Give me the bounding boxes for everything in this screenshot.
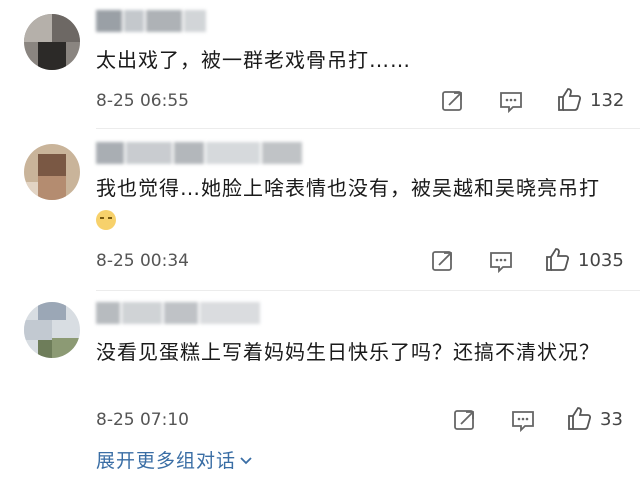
username-blurred[interactable] [96, 302, 296, 324]
like-count: 132 [590, 90, 625, 111]
forward-icon[interactable] [452, 407, 478, 433]
like-icon[interactable] [556, 86, 582, 112]
like-icon[interactable] [566, 405, 592, 431]
comment-text: 我也觉得…她脸上啥表情也没有，被吴越和吴晓亮吊打 [96, 172, 616, 236]
sleepy-emoji-icon [96, 210, 116, 230]
like-icon[interactable] [544, 246, 570, 272]
divider [96, 290, 640, 291]
comment-text: 太出戏了，被一群老戏骨吊打…… [96, 48, 411, 72]
comment-icon[interactable] [510, 407, 536, 433]
avatar[interactable] [24, 302, 80, 358]
comment-text-content: 我也觉得…她脸上啥表情也没有，被吴越和吴晓亮吊打 [96, 176, 600, 200]
forward-icon[interactable] [430, 248, 456, 274]
comment-icon[interactable] [488, 248, 514, 274]
comment-time: 8-25 00:34 [96, 251, 189, 271]
divider [96, 128, 640, 129]
username-blurred[interactable] [96, 142, 316, 164]
avatar[interactable] [24, 14, 80, 70]
like-count: 1035 [578, 250, 624, 271]
expand-more-conversations-link[interactable]: 展开更多组对话 [96, 446, 253, 473]
comment-icon[interactable] [498, 88, 524, 114]
comment-time: 8-25 06:55 [96, 91, 189, 111]
chevron-down-icon [239, 451, 253, 473]
expand-label: 展开更多组对话 [96, 450, 237, 472]
comment-time: 8-25 07:10 [96, 410, 189, 430]
comment-text: 没看见蛋糕上写着妈妈生日快乐了吗？还搞不清状况？ [96, 340, 600, 364]
forward-icon[interactable] [440, 88, 466, 114]
like-count: 33 [600, 409, 623, 430]
avatar[interactable] [24, 144, 80, 200]
username-blurred[interactable] [96, 10, 276, 32]
